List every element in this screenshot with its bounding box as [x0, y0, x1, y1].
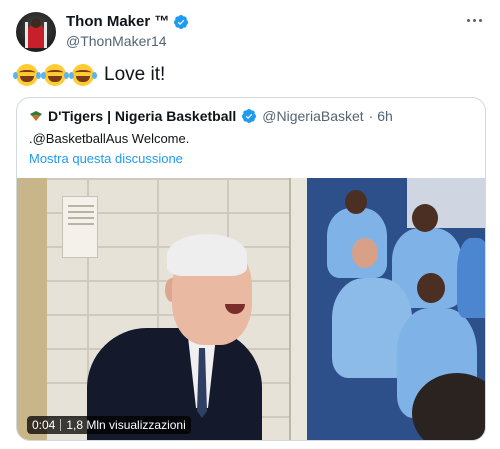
- quoted-tweet-header: D'Tigers | Nigeria Basketball @NigeriaBa…: [29, 108, 393, 124]
- author-avatar[interactable]: [16, 12, 56, 52]
- tears-of-joy-emoji-icon: [13, 64, 41, 86]
- avatar-detail: [44, 22, 47, 48]
- more-options-icon[interactable]: [462, 10, 486, 30]
- author-display-name[interactable]: Thon Maker ™: [66, 13, 169, 30]
- video-duration: 0:04: [32, 418, 56, 432]
- more-dot: [472, 18, 476, 22]
- dtigers-logo-icon: [30, 111, 42, 121]
- tears-of-joy-emoji-icon: [41, 64, 69, 86]
- video-frame-person: [167, 234, 247, 276]
- more-dot: [466, 18, 470, 22]
- tweet-text: Love it!: [13, 64, 166, 86]
- video-frame-doorframe: [289, 178, 307, 440]
- quoted-timestamp[interactable]: · 6h: [369, 108, 393, 124]
- video-frame-notice: [62, 196, 98, 258]
- video-player[interactable]: 0:04 1,8 Mln visualizzazioni: [17, 178, 485, 440]
- quoted-handle[interactable]: @NigeriaBasket: [262, 108, 363, 124]
- video-info-badge: 0:04 1,8 Mln visualizzazioni: [27, 416, 191, 434]
- verified-badge-icon: [242, 109, 257, 123]
- avatar-detail: [31, 18, 41, 28]
- quoted-tweet-text: .@BasketballAus Welcome.: [29, 131, 190, 146]
- more-dot: [478, 18, 482, 22]
- avatar-detail: [28, 26, 44, 48]
- video-views: 1,8 Mln visualizzazioni: [66, 418, 186, 432]
- author-handle[interactable]: @ThonMaker14: [66, 33, 167, 49]
- author-name-row[interactable]: Thon Maker ™: [66, 13, 189, 30]
- quoted-display-name[interactable]: D'Tigers | Nigeria Basketball: [48, 108, 236, 124]
- show-thread-link[interactable]: Mostra questa discussione: [29, 151, 183, 166]
- tweet: Thon Maker ™ @ThonMaker14 Love it! D'Tig…: [0, 0, 500, 449]
- quoted-tweet[interactable]: D'Tigers | Nigeria Basketball @NigeriaBa…: [16, 97, 486, 441]
- tears-of-joy-emoji-icon: [69, 64, 97, 86]
- video-frame-door: [17, 178, 47, 440]
- verified-badge-icon: [174, 14, 189, 29]
- tweet-text-content: Love it!: [104, 64, 166, 85]
